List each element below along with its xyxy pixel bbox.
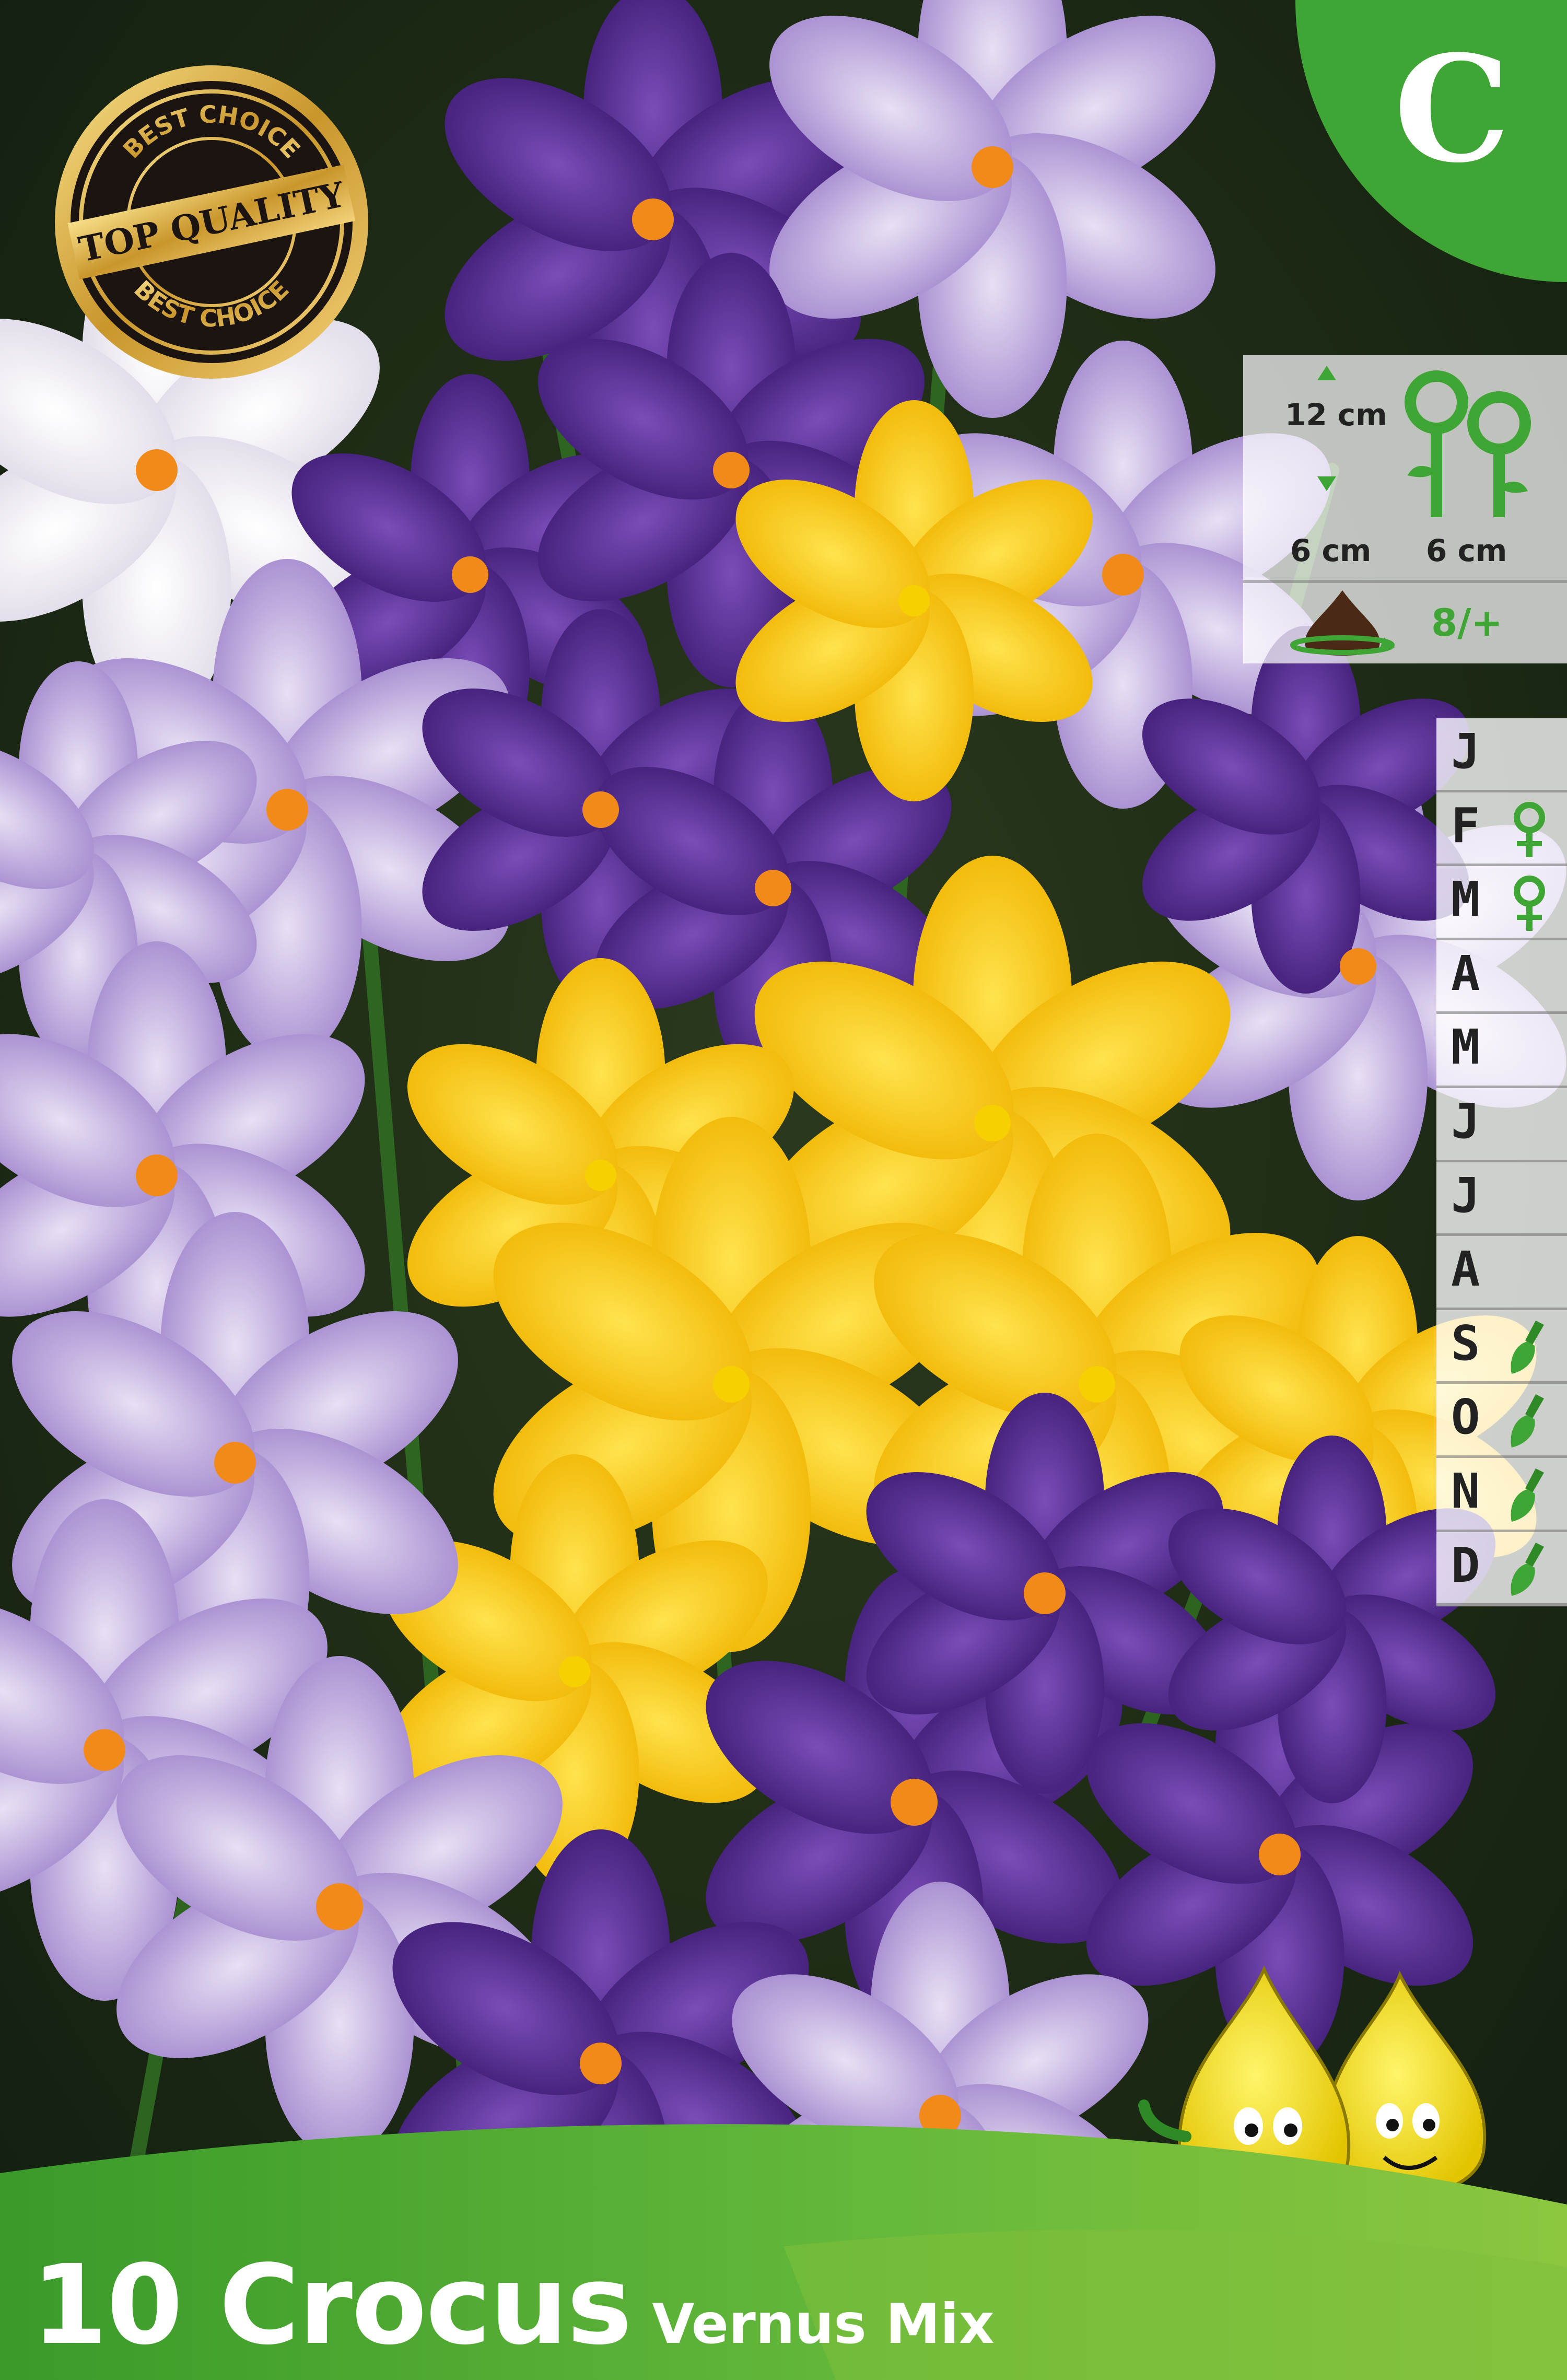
month-calendar: JFMAMJJASOND — [1436, 718, 1567, 1606]
month-row: N — [1436, 1458, 1567, 1532]
month-letter: S — [1451, 1315, 1480, 1371]
month-row: J — [1436, 1162, 1567, 1236]
product-title: 10 Crocus — [31, 2241, 632, 2369]
month-letter: J — [1451, 1167, 1480, 1223]
best-choice-seal-icon: BEST CHOICE BEST CHOICE TOP QUALITY — [55, 65, 368, 379]
month-letter: M — [1451, 1019, 1480, 1076]
trowel-icon — [1511, 1320, 1544, 1374]
month-row: O — [1436, 1384, 1567, 1458]
bulbs-per-hole: 8/+ — [1431, 601, 1503, 645]
month-row: A — [1436, 940, 1567, 1014]
info-divider — [1243, 580, 1567, 583]
month-row: J — [1436, 718, 1567, 792]
month-row: A — [1436, 1236, 1567, 1310]
flower-icon — [1514, 801, 1545, 857]
month-letter: D — [1451, 1537, 1480, 1593]
month-row: D — [1436, 1532, 1567, 1606]
category-letter: C — [1394, 24, 1511, 195]
flowers-icon — [1405, 370, 1531, 517]
planting-depth: 6 cm — [1290, 533, 1372, 568]
month-row: M — [1436, 866, 1567, 940]
bulb-icon — [1290, 590, 1395, 656]
month-row: F — [1436, 792, 1567, 867]
month-letter: A — [1451, 1241, 1480, 1298]
month-letter: A — [1451, 945, 1480, 1001]
product-variety: Vernus Mix — [652, 2292, 995, 2356]
month-letter: F — [1451, 797, 1480, 854]
month-row: S — [1436, 1310, 1567, 1384]
month-letter: O — [1451, 1389, 1480, 1445]
month-letter: N — [1451, 1463, 1480, 1519]
month-row: M — [1436, 1014, 1567, 1088]
month-letter: J — [1451, 1093, 1480, 1149]
product-title-row: 10 Crocus Vernus Mix — [31, 2241, 995, 2369]
month-letter: M — [1451, 871, 1480, 928]
packaging-label: C BEST CHOICE BEST CHOICE TOP QUALITY 12… — [0, 0, 1567, 2380]
plant-height: 12 cm — [1285, 397, 1387, 433]
trowel-icon — [1511, 1468, 1544, 1522]
flower-icon — [1514, 876, 1545, 931]
month-letter: J — [1451, 724, 1480, 779]
trowel-icon — [1511, 1542, 1544, 1596]
month-row: J — [1436, 1088, 1567, 1162]
planting-info-panel: 12 cm 6 cm 6 cm 8/+ — [1243, 355, 1567, 663]
planting-spacing: 6 cm — [1426, 533, 1507, 568]
trowel-icon — [1511, 1394, 1544, 1448]
